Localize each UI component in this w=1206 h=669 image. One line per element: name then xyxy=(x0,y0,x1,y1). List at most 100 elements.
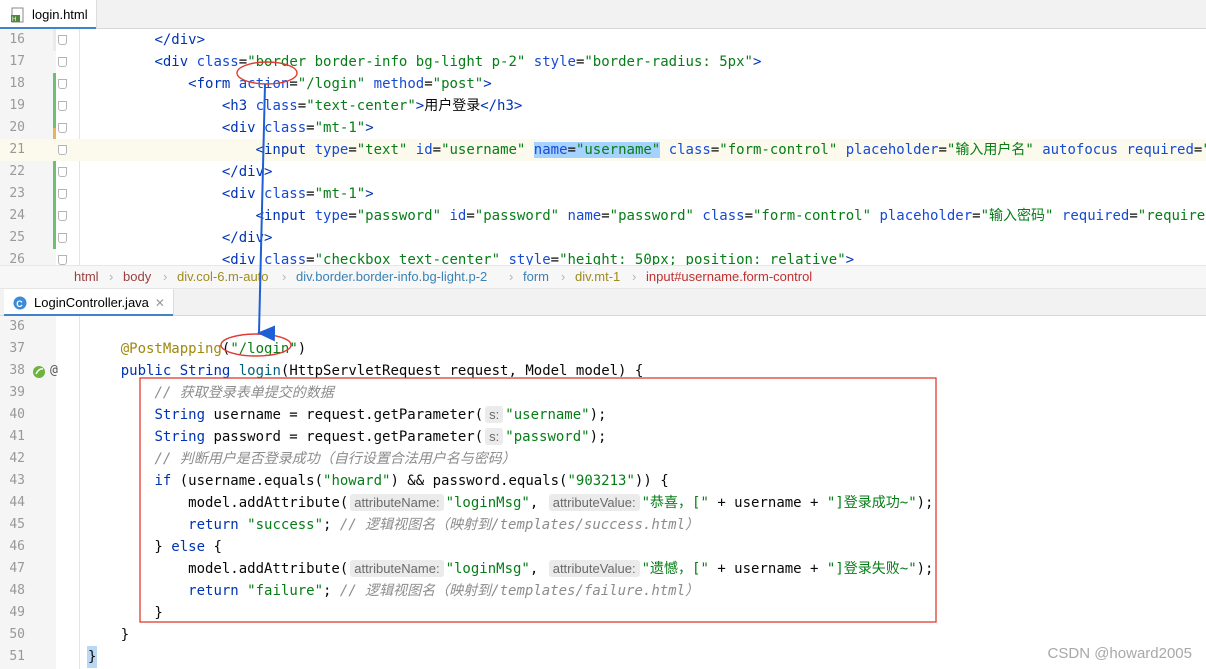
code-line-21[interactable]: 21 <input type="text" id="username" name… xyxy=(0,139,1206,161)
fold-icon[interactable] xyxy=(58,123,67,133)
code-line-45[interactable]: 45 return "success"; // 逻辑视图名（映射到/templa… xyxy=(0,514,1206,536)
breadcrumb-item[interactable]: div.border.border-info.bg-light.p-2 xyxy=(296,266,487,288)
code-text: <div class="border border-info bg-light … xyxy=(154,54,762,70)
top-tab-bar: H login.html xyxy=(0,0,1206,30)
line-number: 51 xyxy=(9,649,25,664)
svg-text:C: C xyxy=(16,298,23,308)
code-text: String username = request.getParameter(s… xyxy=(154,406,607,423)
code-text: String password = request.getParameter(s… xyxy=(154,428,607,445)
code-text: public String login(HttpServletRequest r… xyxy=(120,363,644,379)
code-text: <input type="password" id="password" nam… xyxy=(255,208,1206,224)
line-number: 41 xyxy=(9,429,25,444)
code-line-20[interactable]: 20 <div class="mt-1"> xyxy=(0,117,1206,139)
code-text: // 判断用户是否登录成功（自行设置合法用户名与密码） xyxy=(154,451,516,467)
java-editor[interactable]: 36 37 @PostMapping("/login") 38 public Str… xyxy=(0,316,1206,669)
watermark: CSDN @howard2005 xyxy=(1047,645,1192,662)
fold-icon[interactable] xyxy=(58,79,67,89)
annotation-icon[interactable]: @ xyxy=(50,360,58,382)
line-number: 22 xyxy=(9,164,25,179)
code-line-39[interactable]: 39 // 获取登录表单提交的数据 xyxy=(0,382,1206,404)
code-text: } else { xyxy=(87,539,222,555)
chevron-right-icon: › xyxy=(109,269,114,284)
fold-icon[interactable] xyxy=(58,233,67,243)
line-number: 20 xyxy=(9,120,25,135)
code-line-47[interactable]: 47 model.addAttribute(attributeName: "log… xyxy=(0,558,1206,580)
code-text: </div> xyxy=(221,164,273,180)
code-line-46[interactable]: 46 } else { xyxy=(0,536,1206,558)
code-line-23[interactable]: 23 <div class="mt-1"> xyxy=(0,183,1206,205)
code-text: <input type="text" id="username" name="u… xyxy=(255,142,1206,158)
code-line-16[interactable]: 16 </div> xyxy=(0,29,1206,51)
breadcrumb-item[interactable]: input#username.form-control xyxy=(646,266,812,288)
spring-bean-icon[interactable] xyxy=(32,364,46,378)
tab-login-html[interactable]: H login.html xyxy=(0,0,97,30)
svg-text:H: H xyxy=(12,17,16,23)
line-number: 21 xyxy=(9,142,25,157)
chevron-right-icon: › xyxy=(561,269,566,284)
line-number: 50 xyxy=(9,627,25,642)
code-line-51[interactable]: 51} xyxy=(0,646,1206,668)
chevron-right-icon: › xyxy=(282,269,287,284)
code-line-50[interactable]: 50 } xyxy=(0,624,1206,646)
code-line-37[interactable]: 37 @PostMapping("/login") xyxy=(0,338,1206,360)
line-number: 40 xyxy=(9,407,25,422)
html-editor[interactable]: 16 </div> 17 <div class="border border-in… xyxy=(0,29,1206,265)
breadcrumb: html › body › div.col-6.m-auto › div.border.bo… xyxy=(0,265,1206,289)
close-icon[interactable]: ✕ xyxy=(155,296,165,310)
line-number: 49 xyxy=(9,605,25,620)
code-line-38[interactable]: 38 public String login(HttpServletReques… xyxy=(0,360,1206,382)
tab-login-controller[interactable]: C LoginController.java ✕ xyxy=(4,289,174,317)
line-number: 46 xyxy=(9,539,25,554)
line-number: 26 xyxy=(9,252,25,265)
code-line-26[interactable]: 26 <div class="checkbox text-center" sty… xyxy=(0,249,1206,265)
code-text: if (username.equals("howard") && passwor… xyxy=(154,473,669,489)
code-line-25[interactable]: 25 </div> xyxy=(0,227,1206,249)
fold-icon[interactable] xyxy=(58,255,67,265)
chevron-right-icon: › xyxy=(632,269,637,284)
code-line-41[interactable]: 41 String password = request.getParamete… xyxy=(0,426,1206,448)
code-line-24[interactable]: 24 <input type="password" id="password" … xyxy=(0,205,1206,227)
line-number: 18 xyxy=(9,76,25,91)
fold-icon[interactable] xyxy=(58,167,67,177)
code-line-42[interactable]: 42 // 判断用户是否登录成功（自行设置合法用户名与密码） xyxy=(0,448,1206,470)
code-text: <div class="mt-1"> xyxy=(221,120,374,136)
line-number: 25 xyxy=(9,230,25,245)
code-line-40[interactable]: 40 String username = request.getParamete… xyxy=(0,404,1206,426)
code-line-36[interactable]: 36 xyxy=(0,316,1206,338)
line-number: 23 xyxy=(9,186,25,201)
code-line-22[interactable]: 22 </div> xyxy=(0,161,1206,183)
fold-icon[interactable] xyxy=(58,35,67,45)
java-class-icon: C xyxy=(12,295,28,311)
fold-icon[interactable] xyxy=(58,101,67,111)
line-number: 17 xyxy=(9,54,25,69)
code-line-43[interactable]: 43 if (username.equals("howard") && pass… xyxy=(0,470,1206,492)
code-text: <h3 class="text-center">用户登录</h3> xyxy=(221,98,523,114)
code-line-19[interactable]: 19 <h3 class="text-center">用户登录</h3> xyxy=(0,95,1206,117)
fold-icon[interactable] xyxy=(58,211,67,221)
fold-icon[interactable] xyxy=(58,145,67,155)
breadcrumb-item[interactable]: form xyxy=(523,266,549,288)
line-number: 44 xyxy=(9,495,25,510)
fold-icon[interactable] xyxy=(58,189,67,199)
line-number: 39 xyxy=(9,385,25,400)
code-line-48[interactable]: 48 return "failure"; // 逻辑视图名（映射到/templa… xyxy=(0,580,1206,602)
breadcrumb-item[interactable]: body xyxy=(123,266,151,288)
code-text: </div> xyxy=(221,230,273,246)
code-line-18[interactable]: 18 <form action="/login" method="post"> xyxy=(0,73,1206,95)
tab-label: LoginController.java xyxy=(34,295,149,310)
breadcrumb-item[interactable]: html xyxy=(74,266,99,288)
code-text: return "success"; // 逻辑视图名（映射到/templates… xyxy=(188,517,700,533)
code-line-17[interactable]: 17 <div class="border border-info bg-lig… xyxy=(0,51,1206,73)
fold-icon[interactable] xyxy=(58,57,67,67)
code-line-44[interactable]: 44 model.addAttribute(attributeName: "log… xyxy=(0,492,1206,514)
breadcrumb-item[interactable]: div.col-6.m-auto xyxy=(177,266,269,288)
code-line-49[interactable]: 49 } xyxy=(0,602,1206,624)
code-text: } xyxy=(87,605,163,621)
code-text: @PostMapping("/login") xyxy=(120,341,307,357)
line-number: 37 xyxy=(9,341,25,356)
tab-label: login.html xyxy=(32,7,88,22)
line-number: 42 xyxy=(9,451,25,466)
breadcrumb-item[interactable]: div.mt-1 xyxy=(575,266,620,288)
chevron-right-icon: › xyxy=(509,269,514,284)
code-text: model.addAttribute(attributeName: "loginM… xyxy=(87,560,934,577)
